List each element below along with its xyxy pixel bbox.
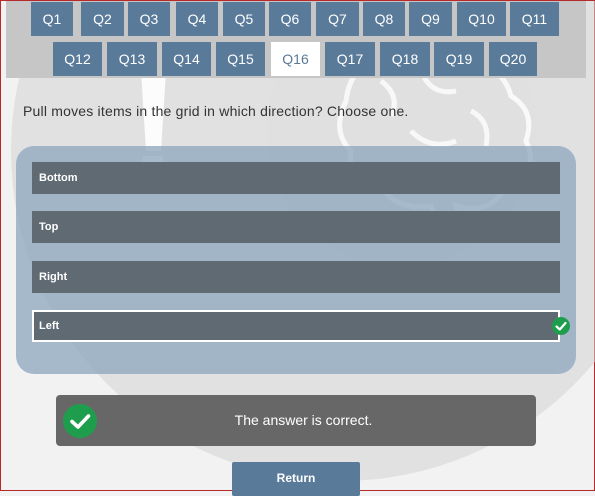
question-nav-button-q9[interactable]: Q9 xyxy=(409,2,452,36)
question-nav-button-q13[interactable]: Q13 xyxy=(107,42,157,76)
question-nav-button-q2[interactable]: Q2 xyxy=(81,2,124,36)
question-nav-button-q20[interactable]: Q20 xyxy=(489,42,537,76)
option-bottom[interactable]: Bottom xyxy=(32,162,560,194)
question-nav-button-q10[interactable]: Q10 xyxy=(457,2,506,36)
result-message: The answer is correct. xyxy=(234,412,373,428)
question-nav-button-q15[interactable]: Q15 xyxy=(216,42,265,76)
option-left[interactable]: Left xyxy=(32,310,560,342)
question-nav-row-1: Q1 Q2 Q3 Q4 Q5 Q6 Q7 Q8 Q9 Q10 Q11 xyxy=(1,2,595,36)
question-nav-button-q11[interactable]: Q11 xyxy=(510,2,559,36)
question-nav-button-q4[interactable]: Q4 xyxy=(176,2,218,36)
question-nav-button-q3[interactable]: Q3 xyxy=(128,2,170,36)
question-nav-button-q5[interactable]: Q5 xyxy=(223,2,265,36)
option-right[interactable]: Right xyxy=(32,261,560,293)
question-nav-button-q16[interactable]: Q16 xyxy=(271,42,320,76)
question-nav-button-q12[interactable]: Q12 xyxy=(53,42,102,76)
question-nav-button-q1[interactable]: Q1 xyxy=(31,2,73,36)
question-text: Pull moves items in the grid in which di… xyxy=(23,103,409,119)
question-nav-row-2: Q12 Q13 Q14 Q15 Q16 Q17 Q18 Q19 Q20 xyxy=(1,42,595,76)
selected-check-icon xyxy=(552,317,570,335)
question-nav-button-q18[interactable]: Q18 xyxy=(380,42,430,76)
result-banner: The answer is correct. xyxy=(56,395,536,446)
question-nav-button-q7[interactable]: Q7 xyxy=(316,2,359,36)
question-nav-button-q17[interactable]: Q17 xyxy=(325,42,375,76)
options-panel: Bottom Top Right Left xyxy=(16,146,576,374)
option-top[interactable]: Top xyxy=(32,211,560,243)
question-nav-button-q19[interactable]: Q19 xyxy=(434,42,484,76)
question-nav-button-q8[interactable]: Q8 xyxy=(363,2,405,36)
question-nav-button-q14[interactable]: Q14 xyxy=(162,42,211,76)
question-nav-button-q6[interactable]: Q6 xyxy=(269,2,311,36)
